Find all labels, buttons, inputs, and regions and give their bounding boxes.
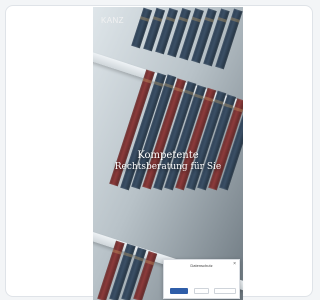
cookie-dialog-title: Datenschutz (190, 263, 213, 268)
hero-headline: Kompetente Rechtsberatung für Sie (97, 150, 239, 173)
hero-headline-line1: Kompetente (137, 150, 199, 161)
settings-button[interactable] (214, 288, 236, 294)
cookie-consent-dialog: Datenschutz × (163, 259, 240, 299)
accept-button[interactable] (170, 288, 188, 294)
site-logo[interactable]: KANZ (101, 16, 124, 25)
mobile-preview: KANZ Kompetente Rechtsberatung für Sie (93, 7, 243, 300)
close-icon[interactable]: × (233, 262, 236, 267)
reject-button[interactable] (194, 288, 209, 294)
hero-headline-line2: Rechtsberatung für Sie (114, 162, 222, 172)
